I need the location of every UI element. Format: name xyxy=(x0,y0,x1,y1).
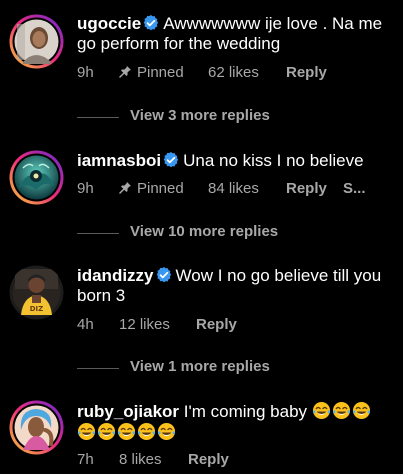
avatar[interactable] xyxy=(9,400,64,455)
reply-button[interactable]: Reply xyxy=(188,451,229,468)
tears-of-joy-emoji-icon xyxy=(157,422,176,441)
tears-of-joy-emoji-icon xyxy=(312,401,331,420)
likes-count[interactable]: 62 likes xyxy=(208,64,259,81)
reply-button[interactable]: Reply xyxy=(196,316,237,333)
pinned-label: Pinned xyxy=(137,64,184,81)
avatar-teal-fantasy-art-icon xyxy=(9,150,64,205)
comment-text-block: ruby_ojiakor I'm coming baby xyxy=(77,401,395,443)
view-replies-label: View 10 more replies xyxy=(130,223,279,240)
comment-body: I'm coming baby xyxy=(183,402,308,421)
tears-of-joy-emoji-icon xyxy=(77,422,96,441)
avatar-woman-portrait-icon xyxy=(9,14,64,69)
avatar[interactable]: DIZ xyxy=(9,265,64,320)
replies-divider-line xyxy=(77,117,119,118)
reply-button[interactable]: Reply xyxy=(286,64,327,81)
avatar[interactable] xyxy=(9,150,64,205)
replies-divider-line xyxy=(77,368,119,369)
pinned-indicator: Pinned xyxy=(119,180,184,197)
pinned-label: Pinned xyxy=(137,180,184,197)
view-replies-label: View 1 more replies xyxy=(130,358,270,375)
verified-badge-icon xyxy=(163,152,179,168)
tears-of-joy-emoji-icon xyxy=(97,422,116,441)
comment-username[interactable]: iamnasboi xyxy=(77,151,161,170)
tears-of-joy-emoji-icon xyxy=(332,401,351,420)
tears-of-joy-emoji-icon xyxy=(117,422,136,441)
truncated-action[interactable]: S... xyxy=(343,180,366,197)
replies-divider-line xyxy=(77,233,119,234)
likes-count[interactable]: 84 likes xyxy=(208,180,259,197)
pin-icon xyxy=(119,65,132,78)
comment-time: 9h xyxy=(77,64,94,81)
comment-time: 4h xyxy=(77,316,94,333)
avatar-woman-blue-hair-icon xyxy=(9,400,64,455)
pin-icon xyxy=(119,181,132,194)
comment-text-block: idandizzy Wow I no go believe till you bo… xyxy=(77,266,395,306)
view-replies-label: View 3 more replies xyxy=(130,107,270,124)
verified-badge-icon xyxy=(143,15,159,31)
comment-text-block: iamnasboi Una no kiss I no believe xyxy=(77,151,395,171)
comment-time: 7h xyxy=(77,451,94,468)
comment-time: 9h xyxy=(77,180,94,197)
verified-badge-icon xyxy=(156,267,172,283)
likes-count[interactable]: 12 likes xyxy=(119,316,170,333)
comment-username[interactable]: idandizzy xyxy=(77,266,154,285)
tears-of-joy-emoji-icon xyxy=(352,401,371,420)
avatar[interactable] xyxy=(9,14,64,69)
comment-body: Una no kiss I no believe xyxy=(183,151,364,170)
comment-text-block: ugoccie Awwwwwww ije love . Na me go perf… xyxy=(77,14,395,54)
comment-username[interactable]: ruby_ojiakor xyxy=(77,402,179,421)
emoji-group xyxy=(77,422,177,442)
likes-count[interactable]: 8 likes xyxy=(119,451,162,468)
tears-of-joy-emoji-icon xyxy=(137,422,156,441)
emoji-group xyxy=(312,401,372,421)
comment-username[interactable]: ugoccie xyxy=(77,14,141,33)
avatar-man-yellow-jersey-icon: DIZ xyxy=(9,265,64,320)
svg-text:DIZ: DIZ xyxy=(30,305,44,313)
pinned-indicator: Pinned xyxy=(119,64,184,81)
reply-button[interactable]: Reply xyxy=(286,180,327,197)
